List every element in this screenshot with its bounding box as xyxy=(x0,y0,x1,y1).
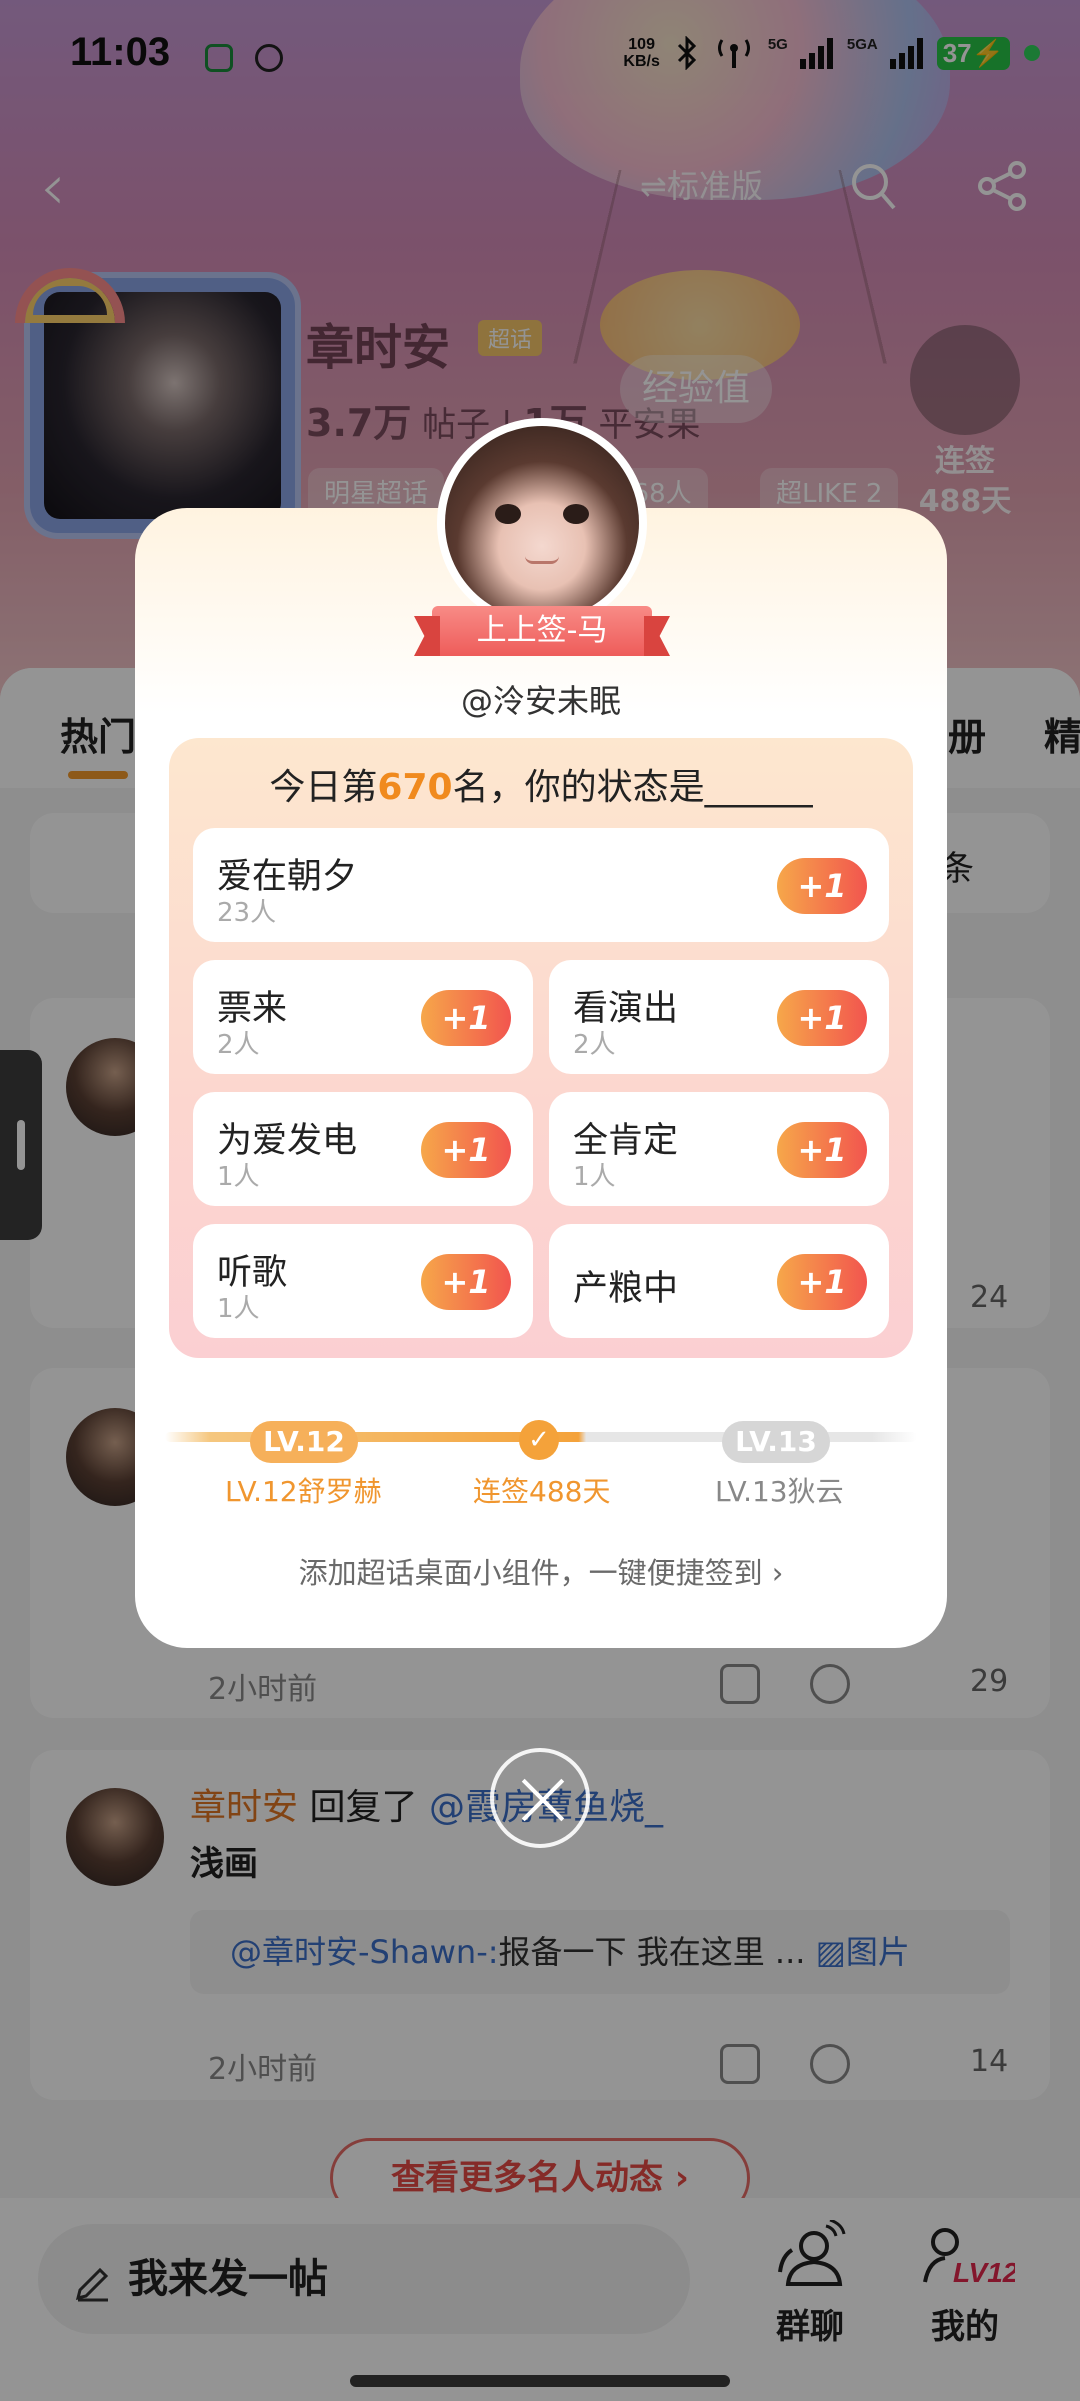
next-level-badge: LV.13 xyxy=(722,1421,830,1463)
user-handle: @泠安未眠 xyxy=(460,682,621,720)
current-level-label: LV.12舒罗赫 xyxy=(225,1475,382,1508)
next-level-label: LV.13狄云 xyxy=(715,1475,844,1508)
checkmark-icon: ✓ xyxy=(519,1420,559,1460)
plus-one-button[interactable]: +1 xyxy=(777,1254,867,1310)
status-option[interactable]: 产粮中 +1 xyxy=(549,1224,889,1338)
plus-one-button[interactable]: +1 xyxy=(421,990,511,1046)
plus-one-button[interactable]: +1 xyxy=(421,1254,511,1310)
checkin-modal: @泠安未眠 今日第670名，你的状态是______ 爱在朝夕 23人 +1 票来… xyxy=(135,508,947,1648)
status-option[interactable]: 爱在朝夕 23人 +1 xyxy=(193,828,889,942)
plus-one-button[interactable]: +1 xyxy=(777,1122,867,1178)
user-avatar-photo xyxy=(445,426,639,620)
status-option[interactable]: 听歌 1人 +1 xyxy=(193,1224,533,1338)
status-option[interactable]: 看演出 2人 +1 xyxy=(549,960,889,1074)
add-widget-link[interactable]: 添加超话桌面小组件，一键便捷签到 › xyxy=(135,1550,947,1592)
plus-one-button[interactable]: +1 xyxy=(777,858,867,914)
plus-one-button[interactable]: +1 xyxy=(777,990,867,1046)
streak-label: 连签488天 xyxy=(473,1475,611,1508)
status-question: 今日第670名，你的状态是______ xyxy=(269,767,813,808)
current-level-badge: LV.12 xyxy=(250,1421,358,1463)
home-indicator[interactable] xyxy=(350,2375,730,2387)
user-avatar xyxy=(437,418,647,628)
status-option[interactable]: 全肯定 1人 +1 xyxy=(549,1092,889,1206)
status-option[interactable]: 票来 2人 +1 xyxy=(193,960,533,1074)
close-icon[interactable] xyxy=(490,1748,590,1848)
status-options-panel: 今日第670名，你的状态是______ 爱在朝夕 23人 +1 票来 2人 +1… xyxy=(169,738,913,1358)
plus-one-button[interactable]: +1 xyxy=(421,1122,511,1178)
status-option[interactable]: 为爱发电 1人 +1 xyxy=(193,1092,533,1206)
fortune-ribbon: 上上签-马 xyxy=(432,606,652,656)
